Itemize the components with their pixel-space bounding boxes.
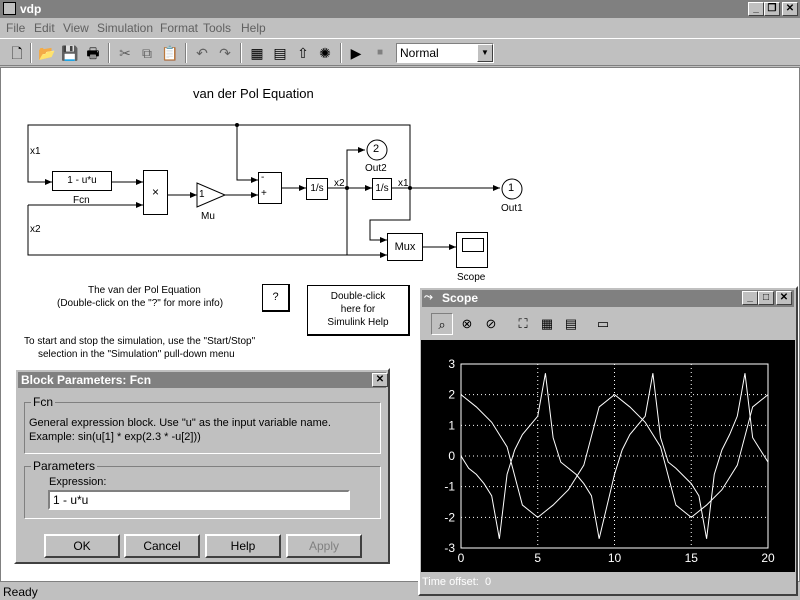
x-tick-label: 0 xyxy=(458,551,465,565)
description-line-2: Example: sin(u[1] * exp(2.3 * -u[2])) xyxy=(29,431,201,443)
signal-label-x1-left: x1 xyxy=(30,146,41,157)
expression-label: Expression: xyxy=(49,476,107,488)
parameters-group-label: Parameters xyxy=(31,459,98,473)
scope-window-icon: ⤳ xyxy=(424,291,433,303)
out1-port-number: 1 xyxy=(508,182,515,194)
sum-plus-sign: + xyxy=(261,188,267,199)
expression-input[interactable]: 1 - u*u xyxy=(48,490,350,510)
save-axes-icon[interactable]: ▦ xyxy=(536,313,558,335)
fcn-block[interactable]: 1 - u*u xyxy=(52,171,112,191)
scope-minimize-button[interactable]: _ xyxy=(742,291,758,305)
gain-block-value: 1 xyxy=(199,189,205,200)
out2-port-label: Out2 xyxy=(365,163,387,174)
signal-label-x2-mid: x2 xyxy=(334,178,345,189)
x-tick-label: 20 xyxy=(761,551,775,565)
cancel-button[interactable]: Cancel xyxy=(124,534,200,558)
y-tick-label: 3 xyxy=(448,357,455,371)
scope-plot: 0 5 10 15 20 -3 -2 -1 0 1 2 3 xyxy=(444,357,775,565)
simulink-help-block[interactable]: Double-click here for Simulink Help xyxy=(307,285,410,336)
start-stop-line-2: selection in the "Simulation" pull-down … xyxy=(38,349,235,360)
x-tick-label: 5 xyxy=(534,551,541,565)
product-block[interactable]: × xyxy=(143,170,168,215)
y-tick-label: -2 xyxy=(444,510,455,524)
dialog-titlebar[interactable]: Block Parameters: Fcn ✕ xyxy=(18,372,388,388)
properties-icon[interactable]: ▭ xyxy=(592,313,614,335)
zoom-y-icon[interactable]: ⊘ xyxy=(480,313,502,335)
help-box-line-1: Double-click xyxy=(330,291,386,302)
description-line-1: General expression block. Use "u" as the… xyxy=(29,417,331,429)
scope-close-button[interactable]: ✕ xyxy=(776,291,792,305)
fcn-block-label: Fcn xyxy=(73,195,90,206)
scope-block-screen xyxy=(462,238,484,252)
out1-port-label: Out1 xyxy=(501,203,523,214)
apply-button[interactable]: Apply xyxy=(286,534,362,558)
more-info-block[interactable]: ? xyxy=(262,284,290,312)
time-offset-value: 0 xyxy=(485,576,492,588)
scope-titlebar[interactable]: ⤳ Scope _ □ ✕ xyxy=(422,290,794,307)
scope-title: Scope xyxy=(442,291,479,305)
ok-button[interactable]: OK xyxy=(44,534,120,558)
fcn-description-group: Fcn General expression block. Use "u" as… xyxy=(24,395,381,454)
x-tick-label: 15 xyxy=(685,551,699,565)
y-tick-label: 0 xyxy=(448,449,455,463)
info-line-1: The van der Pol Equation xyxy=(88,285,201,296)
fcn-group-label: Fcn xyxy=(31,395,56,409)
help-box-line-2: here for xyxy=(340,304,376,315)
time-offset-label: Time offset: xyxy=(422,576,479,588)
scope-maximize-button[interactable]: □ xyxy=(758,291,774,305)
help-box-line-3: Simulink Help xyxy=(327,317,389,328)
y-tick-label: 1 xyxy=(448,418,455,432)
out2-port-number: 2 xyxy=(373,143,380,155)
start-stop-line-1: To start and stop the simulation, use th… xyxy=(24,336,256,347)
dialog-close-button[interactable]: ✕ xyxy=(372,373,388,387)
integrator-block-1[interactable]: 1/s xyxy=(306,178,328,200)
info-line-2: (Double-click on the "?" for more info) xyxy=(57,298,224,309)
y-tick-label: -1 xyxy=(444,480,455,494)
dialog-title: Block Parameters: Fcn xyxy=(21,373,152,387)
zoom-icon[interactable]: ⌕ xyxy=(431,313,453,335)
sum-minus-sign: - xyxy=(261,172,265,183)
y-tick-label: 2 xyxy=(448,388,455,402)
scope-block[interactable] xyxy=(456,232,488,268)
restore-axes-icon[interactable]: ▤ xyxy=(560,313,582,335)
integrator-block-2[interactable]: 1/s xyxy=(372,178,392,200)
x-tick-label: 10 xyxy=(608,551,622,565)
status-text: Ready xyxy=(3,585,38,599)
help-button[interactable]: Help xyxy=(205,534,281,558)
mux-block[interactable]: Mux xyxy=(387,233,423,261)
block-parameters-dialog[interactable]: Block Parameters: Fcn ✕ Fcn General expr… xyxy=(14,368,390,564)
y-tick-label: -3 xyxy=(444,541,455,555)
scope-block-label: Scope xyxy=(457,272,486,283)
gain-block-label: Mu xyxy=(201,211,215,222)
diagram-title: van der Pol Equation xyxy=(193,86,314,101)
zoom-x-icon[interactable]: ⊗ xyxy=(456,313,478,335)
autoscale-icon[interactable]: ⛶ xyxy=(512,313,534,335)
signal-label-x2-left: x2 xyxy=(30,224,41,235)
signal-label-x1-right: x1 xyxy=(398,178,409,189)
